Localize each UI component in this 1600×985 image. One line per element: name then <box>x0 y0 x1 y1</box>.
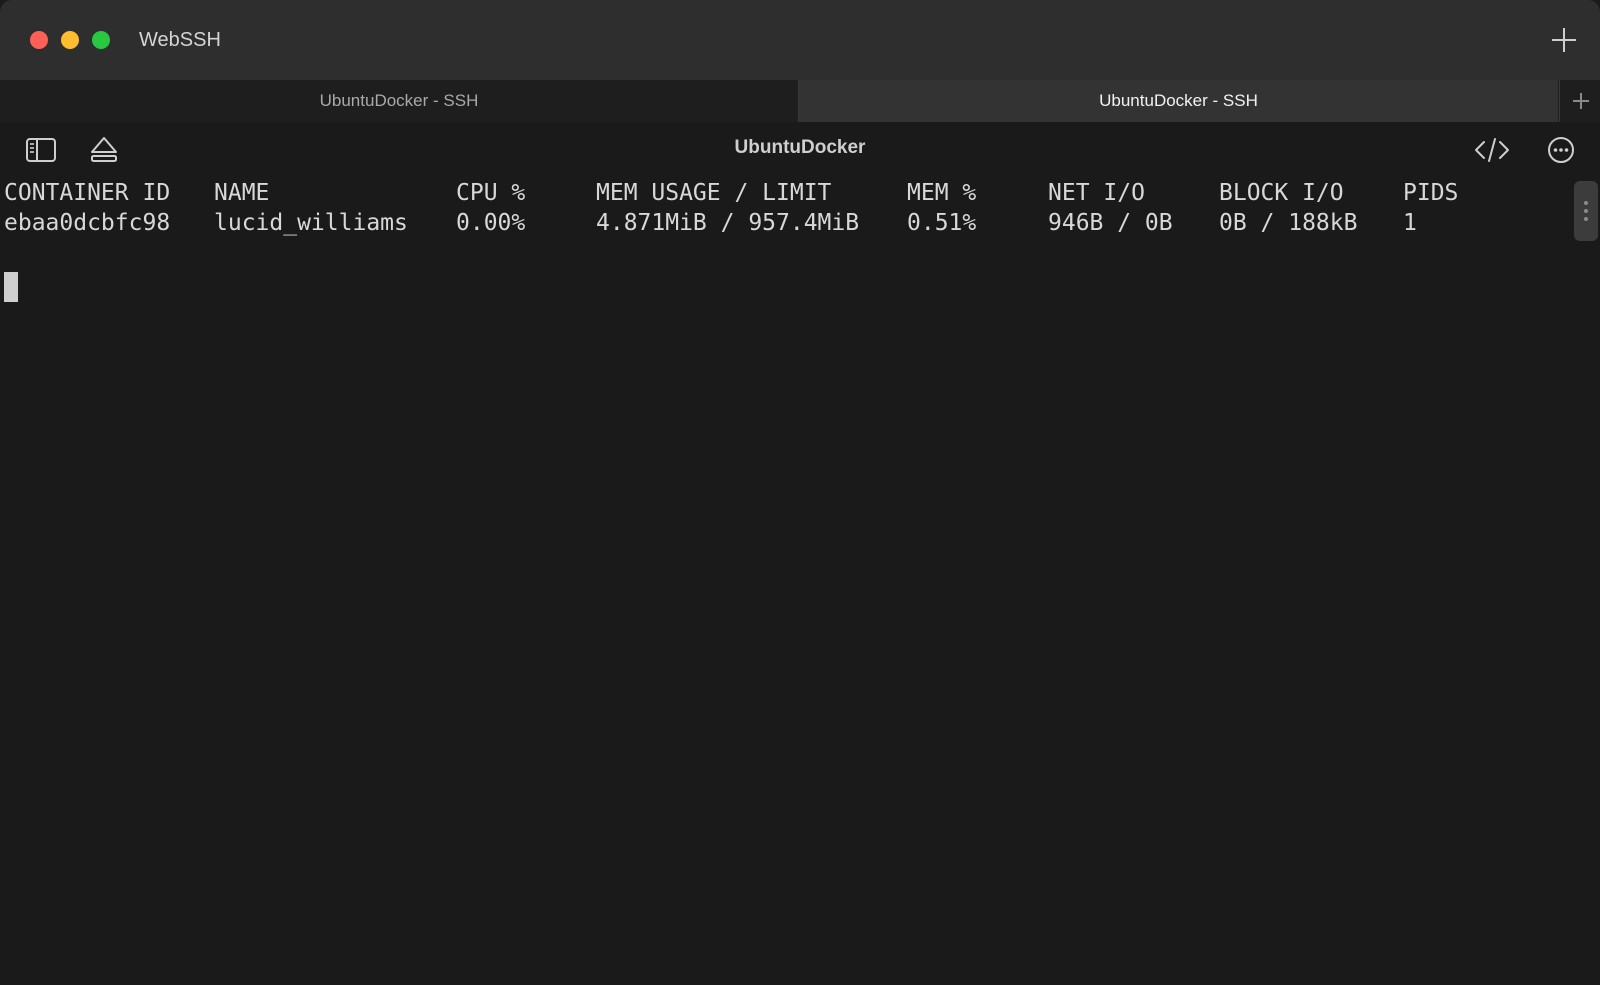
close-window-button[interactable] <box>30 31 48 49</box>
terminal-cursor <box>4 272 18 302</box>
code-icon[interactable] <box>1474 134 1509 166</box>
title-bar[interactable]: WebSSH <box>0 0 1600 81</box>
app-window: WebSSH UbuntuDocker - SSH UbuntuDocker -… <box>0 0 1600 985</box>
new-tab-button[interactable] <box>1559 80 1600 122</box>
block-io: 0B / 188kB <box>1219 210 1358 236</box>
header-container-id: CONTAINER ID <box>4 180 171 206</box>
header-mem-usage: MEM USAGE / LIMIT <box>596 180 832 206</box>
cpu-percent: 0.00% <box>456 210 526 236</box>
terminal-output[interactable]: CONTAINER ID NAME CPU % MEM USAGE / LIMI… <box>0 178 1570 978</box>
eject-icon[interactable] <box>88 134 120 166</box>
tab-ssh-session-1[interactable]: UbuntuDocker - SSH <box>0 80 799 122</box>
minimize-window-button[interactable] <box>61 31 79 49</box>
more-icon[interactable] <box>1545 134 1577 166</box>
zoom-window-button[interactable] <box>92 31 110 49</box>
header-cpu: CPU % <box>456 180 526 206</box>
header-name: NAME <box>214 180 270 206</box>
header-block-io: BLOCK I/O <box>1219 180 1344 206</box>
header-net-io: NET I/O <box>1048 180 1145 206</box>
table-header-row: CONTAINER ID NAME CPU % MEM USAGE / LIMI… <box>0 178 1570 208</box>
net-io: 946B / 0B <box>1048 210 1173 236</box>
container-id: ebaa0dcbfc98 <box>4 210 171 236</box>
session-toolbar: UbuntuDocker <box>0 122 1600 178</box>
table-row: ebaa0dcbfc98 lucid_williams 0.00% 4.871M… <box>0 208 1570 238</box>
session-title: UbuntuDocker <box>734 137 866 158</box>
mem-usage: 4.871MiB / 957.4MiB <box>596 210 860 236</box>
sidebar-icon[interactable] <box>25 134 57 166</box>
header-pids: PIDS <box>1403 180 1459 206</box>
header-mem-percent: MEM % <box>907 180 977 206</box>
new-window-button[interactable] <box>1548 24 1580 56</box>
tab-ssh-session-2[interactable]: UbuntuDocker - SSH <box>799 80 1558 122</box>
app-title: WebSSH <box>139 29 221 51</box>
tab-bar: UbuntuDocker - SSH UbuntuDocker - SSH <box>0 80 1600 122</box>
pids: 1 <box>1403 210 1417 236</box>
mem-percent: 0.51% <box>907 210 977 236</box>
container-name: lucid_williams <box>214 210 408 236</box>
scrollbar-handle[interactable] <box>1574 181 1598 241</box>
